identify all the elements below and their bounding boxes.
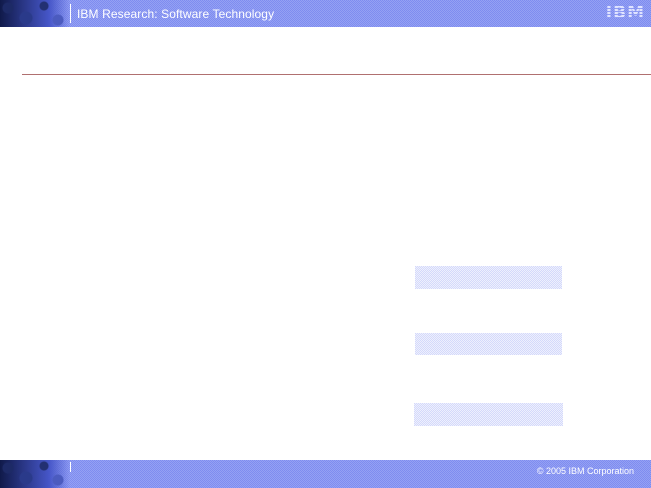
placeholder-box-1 <box>415 266 562 289</box>
header-title: IBM Research: Software Technology <box>77 7 275 21</box>
footer-divider <box>70 462 71 472</box>
ibm-logo: IBM <box>605 3 645 23</box>
placeholder-box-2 <box>415 333 562 355</box>
footer-ornament <box>0 460 70 488</box>
footer-banner: © 2005 IBM Corporation <box>0 460 651 488</box>
header-ornament <box>0 0 70 27</box>
copyright-text: © 2005 IBM Corporation <box>536 466 634 476</box>
header-banner: IBM Research: Software Technology IBM <box>0 0 651 27</box>
placeholder-box-3 <box>414 403 563 426</box>
title-rule <box>22 74 651 75</box>
header-divider <box>70 4 71 23</box>
